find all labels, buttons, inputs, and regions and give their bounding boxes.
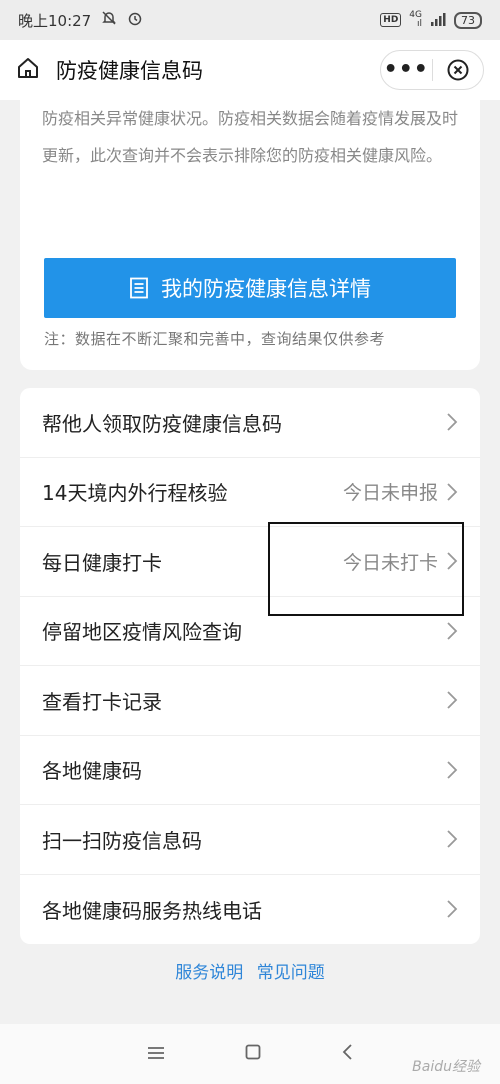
battery-indicator: 73 — [454, 11, 482, 29]
health-detail-button[interactable]: 我的防疫健康信息详情 — [44, 258, 456, 318]
close-button[interactable] — [433, 58, 484, 82]
home-nav-icon[interactable] — [245, 1044, 261, 1064]
service-info-link[interactable]: 服务说明 — [175, 963, 243, 983]
app-header: 防疫健康信息码 ••• — [0, 40, 500, 100]
page-title: 防疫健康信息码 — [56, 59, 203, 83]
menu-item-travel-check[interactable]: 14天境内外行程核验 今日未申报 — [20, 458, 480, 527]
mute-icon — [101, 10, 117, 30]
menu-item-status: 今日未申报 — [342, 482, 438, 505]
notice-text: 防疫相关异常健康状况。防疫相关数据会随着疫情发展及时更新，此次查询并不会表示排除… — [42, 109, 459, 165]
service-menu: 帮他人领取防疫健康信息码 14天境内外行程核验 今日未申报 每日健康打卡 今日未… — [20, 388, 480, 944]
signal-icon — [430, 12, 446, 29]
menu-item-checkin-records[interactable]: 查看打卡记录 — [20, 666, 480, 736]
mini-program-capsule: ••• — [380, 50, 484, 90]
status-time: 晚上10:27 — [18, 11, 92, 30]
baidu-watermark: Baidu经验 — [412, 1059, 480, 1075]
home-icon[interactable] — [16, 56, 40, 84]
menu-item-label: 帮他人领取防疫健康信息码 — [42, 411, 282, 436]
menu-item-help-others[interactable]: 帮他人领取防疫健康信息码 — [20, 388, 480, 458]
faq-link[interactable]: 常见问题 — [257, 963, 325, 983]
menu-item-scan-code[interactable]: 扫一扫防疫信息码 — [20, 805, 480, 875]
menu-icon[interactable] — [147, 1045, 165, 1064]
status-bar: 晚上10:27 HD 4G ıl 73 — [0, 0, 500, 40]
chevron-right-icon — [446, 899, 458, 919]
alarm-icon — [127, 10, 143, 30]
menu-item-label: 停留地区疫情风险查询 — [42, 620, 242, 645]
chevron-right-icon — [446, 412, 458, 432]
hd-badge: HD — [380, 13, 402, 27]
menu-item-label: 查看打卡记录 — [42, 689, 162, 714]
footer-links: 服务说明 常见问题 — [0, 958, 500, 983]
menu-item-label: 扫一扫防疫信息码 — [42, 828, 202, 853]
health-detail-label: 我的防疫健康信息详情 — [161, 277, 371, 301]
chevron-right-icon — [446, 621, 458, 641]
more-button[interactable]: ••• — [381, 59, 432, 81]
menu-item-regional-codes[interactable]: 各地健康码 — [20, 736, 480, 805]
data-footnote: 注：数据在不断汇聚和完善中，查询结果仅供参考 — [44, 330, 386, 348]
close-icon — [447, 59, 469, 81]
chevron-right-icon — [446, 482, 458, 502]
health-info-card: 防疫相关异常健康状况。防疫相关数据会随着疫情发展及时更新，此次查询并不会表示排除… — [20, 100, 480, 370]
menu-item-label: 14天境内外行程核验 — [42, 481, 228, 506]
chevron-right-icon — [446, 829, 458, 849]
network-indicator: 4G ıl — [409, 10, 422, 29]
menu-item-label: 每日健康打卡 — [42, 550, 162, 575]
chevron-right-icon — [446, 760, 458, 780]
chevron-right-icon — [446, 690, 458, 710]
menu-item-label: 各地健康码 — [42, 759, 142, 784]
menu-item-label: 各地健康码服务热线电话 — [42, 898, 262, 923]
annotation-highlight-box — [268, 522, 464, 616]
document-icon — [130, 277, 148, 299]
back-icon[interactable] — [341, 1043, 353, 1065]
menu-item-hotline[interactable]: 各地健康码服务热线电话 — [20, 875, 480, 945]
